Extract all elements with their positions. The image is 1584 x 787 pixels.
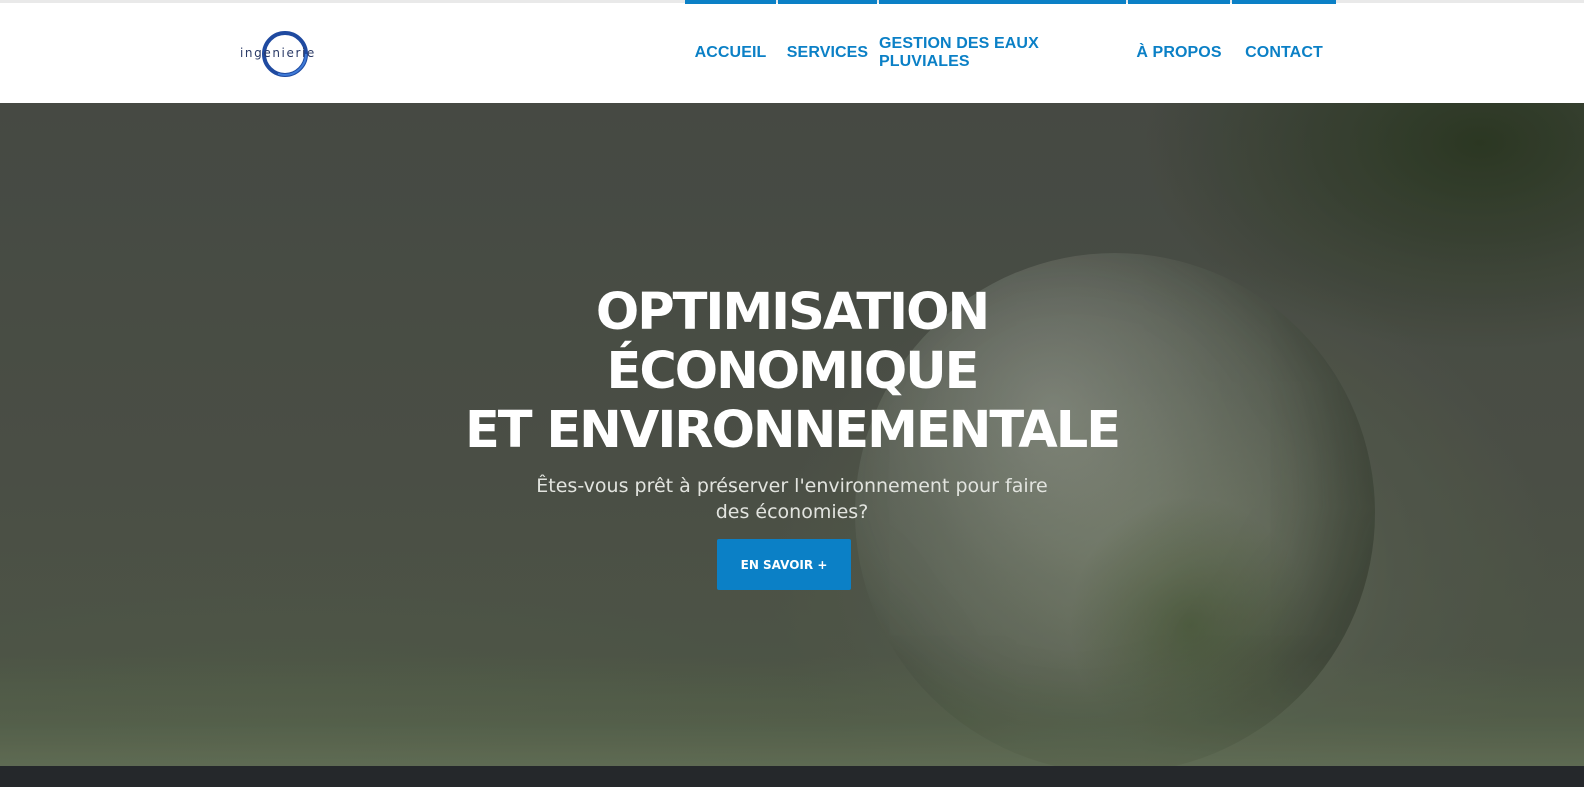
hero-title-line: ET ENVIRONNEMENTALE bbox=[464, 401, 1121, 460]
nav-active-bar bbox=[1128, 0, 1230, 4]
hero-section: OPTIMISATION ÉCONOMIQUE ET ENVIRONNEMENT… bbox=[0, 103, 1584, 766]
hero-subtitle: Êtes-vous prêt à préserver l'environneme… bbox=[536, 475, 1048, 523]
nav-label: À PROPOS bbox=[1136, 44, 1222, 61]
nav-active-bar bbox=[879, 0, 1126, 4]
main-nav: ACCUEIL SERVICES GESTION DES EAUX PLUVIA… bbox=[0, 0, 1584, 103]
nav-item-gestion-des-eaux-pluviales[interactable]: GESTION DES EAUX PLUVIALES bbox=[879, 0, 1126, 103]
footer-strip bbox=[0, 766, 1584, 787]
nav-label: ACCUEIL bbox=[694, 44, 767, 61]
nav-active-bar bbox=[1232, 0, 1336, 4]
nav-label: SERVICES bbox=[786, 44, 869, 61]
nav-label: CONTACT bbox=[1245, 44, 1323, 61]
nav-active-bar bbox=[685, 0, 776, 4]
page: ingenierie ACCUEIL SERVICES GESTION DES … bbox=[0, 0, 1584, 787]
hero-title: OPTIMISATION ÉCONOMIQUE ET ENVIRONNEMENT… bbox=[0, 283, 1584, 460]
nav-active-bar bbox=[778, 0, 877, 4]
site-header: ingenierie ACCUEIL SERVICES GESTION DES … bbox=[0, 0, 1584, 103]
nav-item-a-propos[interactable]: À PROPOS bbox=[1128, 0, 1230, 103]
nav-item-services[interactable]: SERVICES bbox=[778, 0, 877, 103]
nav-item-contact[interactable]: CONTACT bbox=[1232, 0, 1336, 103]
learn-more-button[interactable]: EN SAVOIR + bbox=[717, 539, 851, 590]
nav-label: GESTION DES EAUX PLUVIALES bbox=[879, 35, 1039, 70]
hero-title-line: OPTIMISATION bbox=[595, 283, 990, 342]
hero-title-line: ÉCONOMIQUE bbox=[606, 342, 980, 401]
nav-item-accueil[interactable]: ACCUEIL bbox=[685, 0, 776, 103]
